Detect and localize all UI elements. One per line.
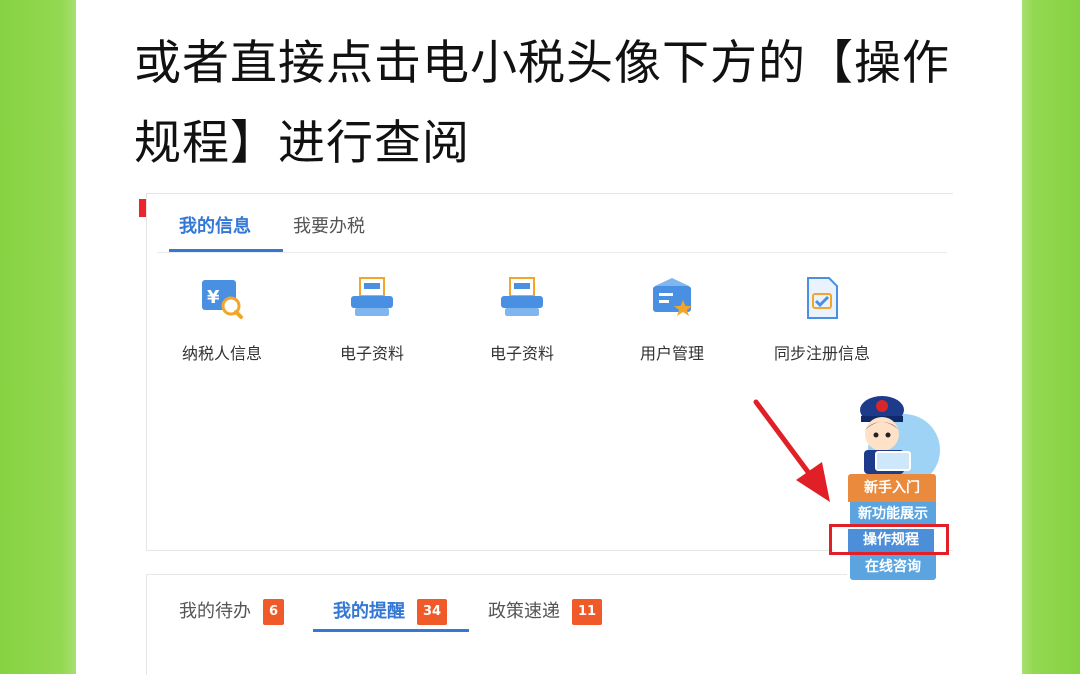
red-arrow-icon: [753, 399, 830, 502]
instruction-headline: 或者直接点击电小税头像下方的【操作规程】进行查阅: [134, 36, 950, 171]
sync-registration-icon: [797, 274, 847, 324]
tab-label: 我的待办: [179, 601, 251, 622]
user-management-icon: [647, 274, 697, 324]
menu-online-consult[interactable]: 在线咨询: [850, 554, 936, 580]
count-badge: 6: [263, 599, 285, 625]
tab-label: 政策速递: [488, 601, 560, 622]
notice-panel: 我的待办 6 我的提醒 34 政策速递 11: [146, 574, 847, 675]
tile-label: 用户管理: [639, 344, 704, 363]
tile-electronic-data-1[interactable]: 电子资料: [307, 274, 437, 364]
menu-beginner-guide[interactable]: 新手入门: [848, 474, 936, 502]
tile-taxpayer-info[interactable]: ¥ 纳税人信息: [157, 274, 287, 364]
active-tab-indicator: [169, 249, 283, 252]
tile-label: 电子资料: [489, 344, 554, 363]
tab-my-todo[interactable]: 我的待办 6: [179, 597, 285, 625]
tab-my-reminders[interactable]: 我的提醒 34: [333, 597, 448, 625]
highlight-box: [829, 524, 949, 555]
tile-label: 电子资料: [339, 344, 404, 363]
count-badge: 11: [572, 599, 603, 625]
tile-user-management[interactable]: 用户管理: [607, 274, 737, 364]
taxpayer-info-icon: ¥: [197, 274, 247, 324]
tab-tax-handling[interactable]: 我要办税: [293, 212, 365, 238]
red-marker: [139, 199, 146, 217]
tile-sync-registration[interactable]: 同步注册信息: [757, 274, 887, 364]
tile-electronic-data-2[interactable]: 电子资料: [457, 274, 587, 364]
tab-policy-express[interactable]: 政策速递 11: [488, 597, 603, 625]
svg-text:¥: ¥: [207, 287, 220, 308]
count-badge: 34: [417, 599, 448, 625]
tile-label: 纳税人信息: [181, 344, 262, 363]
info-tabs: 我的信息 我要办税: [157, 194, 947, 253]
printer-icon: [497, 274, 547, 324]
assistant-avatar[interactable]: [842, 392, 942, 486]
right-green-border: [1022, 0, 1080, 674]
left-green-border: [0, 0, 76, 674]
tab-label: 我的提醒: [333, 601, 405, 622]
tile-label: 同步注册信息: [773, 344, 870, 363]
printer-icon: [347, 274, 397, 324]
tab-my-info[interactable]: 我的信息: [179, 212, 251, 238]
active-tab-indicator: [313, 629, 469, 632]
